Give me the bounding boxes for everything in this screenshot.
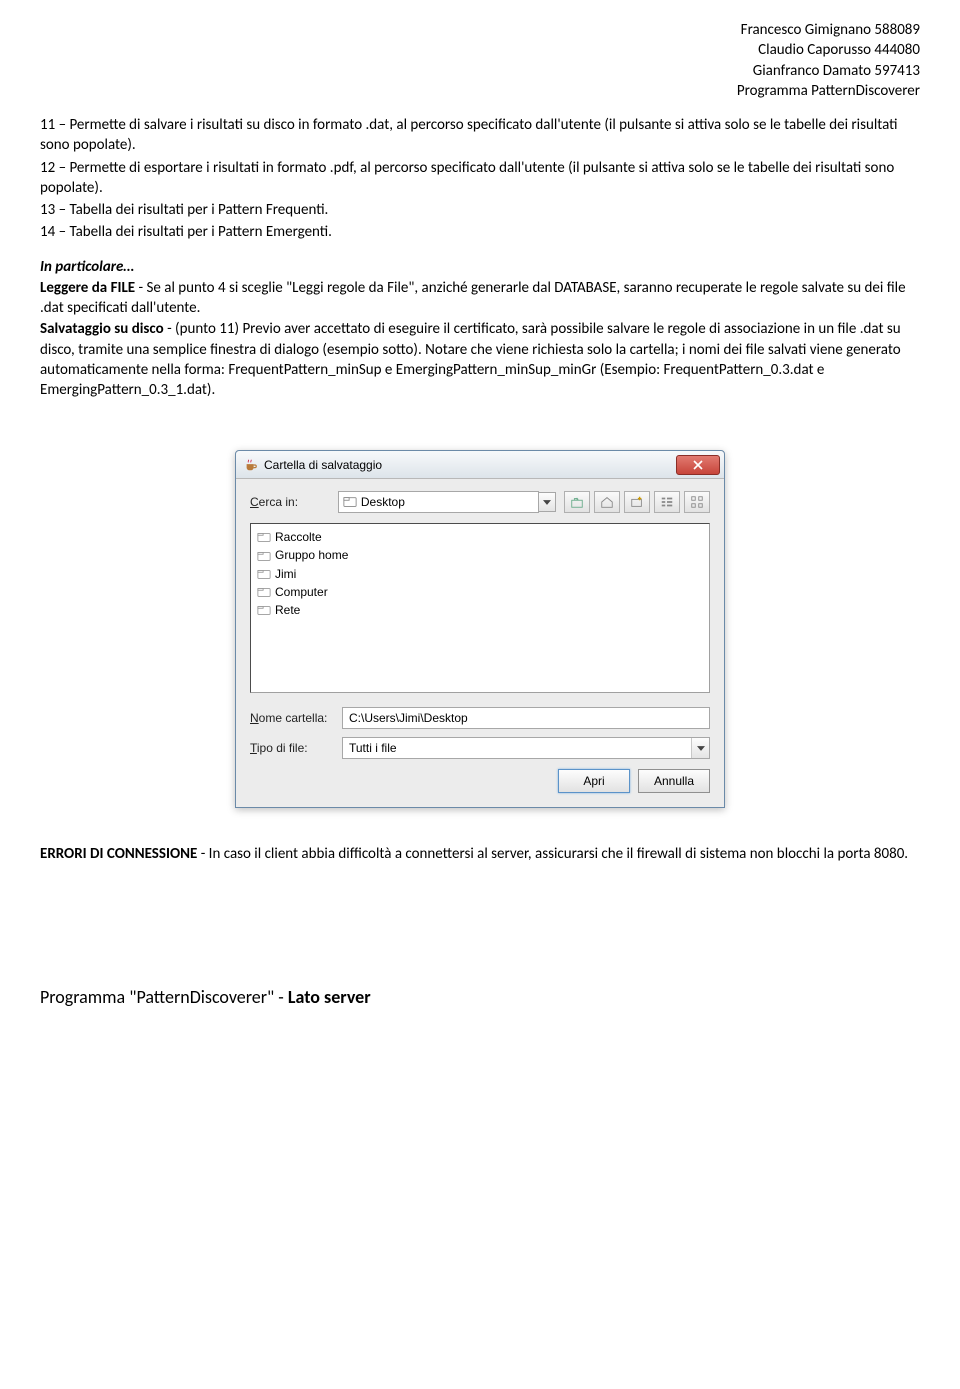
up-folder-button[interactable]	[564, 491, 590, 513]
file-list[interactable]: Raccolte Gruppo home Jimi Computer Rete	[250, 523, 710, 693]
new-folder-button[interactable]	[624, 491, 650, 513]
open-button[interactable]: Apri	[558, 769, 630, 793]
search-in-value: Desktop	[357, 494, 536, 510]
folder-icon	[257, 549, 271, 563]
cancel-button[interactable]: Annulla	[638, 769, 710, 793]
dialog-button-row: Apri Annulla	[250, 769, 710, 793]
list-item-label: Gruppo home	[275, 547, 348, 563]
home-button[interactable]	[594, 491, 620, 513]
chevron-down-icon[interactable]	[691, 738, 709, 758]
salvataggio-text: - (punto 11) Previo aver accettato di es…	[40, 320, 901, 399]
list-item[interactable]: Gruppo home	[257, 546, 703, 564]
close-button[interactable]	[676, 455, 720, 475]
in-particolare-section: In particolare… Leggere da FILE - Se al …	[40, 257, 920, 401]
list-item[interactable]: Jimi	[257, 565, 703, 583]
search-in-label: Cerca in:	[250, 494, 338, 510]
list-item-label: Computer	[275, 584, 328, 600]
file-type-value: Tutti i file	[343, 738, 691, 758]
folder-name-label: Nome cartella:	[250, 710, 342, 726]
header-line: Francesco Gimignano 588089	[40, 20, 920, 40]
folder-icon	[257, 603, 271, 617]
list-item-label: Jimi	[275, 566, 296, 582]
combo-dropdown-arrow[interactable]	[539, 492, 556, 512]
folder-name-field[interactable]: C:\Users\Jimi\Desktop	[342, 707, 710, 729]
point-14: 14 – Tabella dei risultati per i Pattern…	[40, 222, 920, 242]
errors-text: - In caso il client abbia difficoltà a c…	[197, 845, 908, 863]
header-line: Programma PatternDiscoverer	[40, 81, 920, 101]
dialog-title: Cartella di salvataggio	[264, 457, 382, 473]
footer-pre: Programma "PatternDiscoverer" -	[40, 986, 288, 1008]
salvataggio-label: Salvataggio su disco	[40, 320, 164, 338]
numbered-points: 11 – Permette di salvare i risultati su …	[40, 115, 920, 243]
point-12: 12 – Permette di esportare i risultati i…	[40, 158, 920, 199]
footer-bold: Lato server	[288, 986, 371, 1008]
leggere-label: Leggere da FILE	[40, 279, 135, 297]
list-item-label: Raccolte	[275, 529, 322, 545]
footer-title: Programma "PatternDiscoverer" - Lato ser…	[40, 985, 920, 1009]
header-line: Claudio Caporusso 444080	[40, 40, 920, 60]
dialog-screenshot-wrap: Cartella di salvataggio Cerca in: Deskto…	[40, 450, 920, 808]
list-item[interactable]: Computer	[257, 583, 703, 601]
folder-icon	[343, 495, 357, 509]
search-in-row: Cerca in: Desktop	[250, 491, 710, 513]
java-icon	[244, 458, 258, 472]
leggere-text: - Se al punto 4 si sceglie "Leggi regole…	[40, 279, 906, 317]
file-type-row: Tipo di file: Tutti i file	[250, 737, 710, 759]
connection-errors-section: ERRORI DI CONNESSIONE - In caso il clien…	[40, 844, 920, 864]
in-particolare-title: In particolare…	[40, 257, 920, 277]
file-type-combo[interactable]: Tutti i file	[342, 737, 710, 759]
salvataggio-su-disco: Salvataggio su disco - (punto 11) Previo…	[40, 319, 920, 400]
file-type-label: Tipo di file:	[250, 740, 342, 756]
list-item[interactable]: Raccolte	[257, 528, 703, 546]
search-in-combo[interactable]: Desktop	[338, 491, 539, 513]
toolbar-buttons	[564, 491, 710, 513]
leggere-da-file: Leggere da FILE - Se al punto 4 si scegl…	[40, 278, 920, 319]
list-item-label: Rete	[275, 602, 300, 618]
folder-name-row: Nome cartella: C:\Users\Jimi\Desktop	[250, 707, 710, 729]
save-folder-dialog: Cartella di salvataggio Cerca in: Deskto…	[235, 450, 725, 808]
errors-label: ERRORI DI CONNESSIONE	[40, 845, 197, 863]
dialog-titlebar[interactable]: Cartella di salvataggio	[236, 451, 724, 479]
dialog-body: Cerca in: Desktop	[236, 479, 724, 807]
folder-icon	[257, 585, 271, 599]
folder-icon	[257, 567, 271, 581]
document-header: Francesco Gimignano 588089 Claudio Capor…	[40, 20, 920, 101]
details-view-button[interactable]	[684, 491, 710, 513]
header-line: Gianfranco Damato 597413	[40, 61, 920, 81]
folder-icon	[257, 530, 271, 544]
point-11: 11 – Permette di salvare i risultati su …	[40, 115, 920, 156]
list-view-button[interactable]	[654, 491, 680, 513]
point-13: 13 – Tabella dei risultati per i Pattern…	[40, 200, 920, 220]
list-item[interactable]: Rete	[257, 601, 703, 619]
